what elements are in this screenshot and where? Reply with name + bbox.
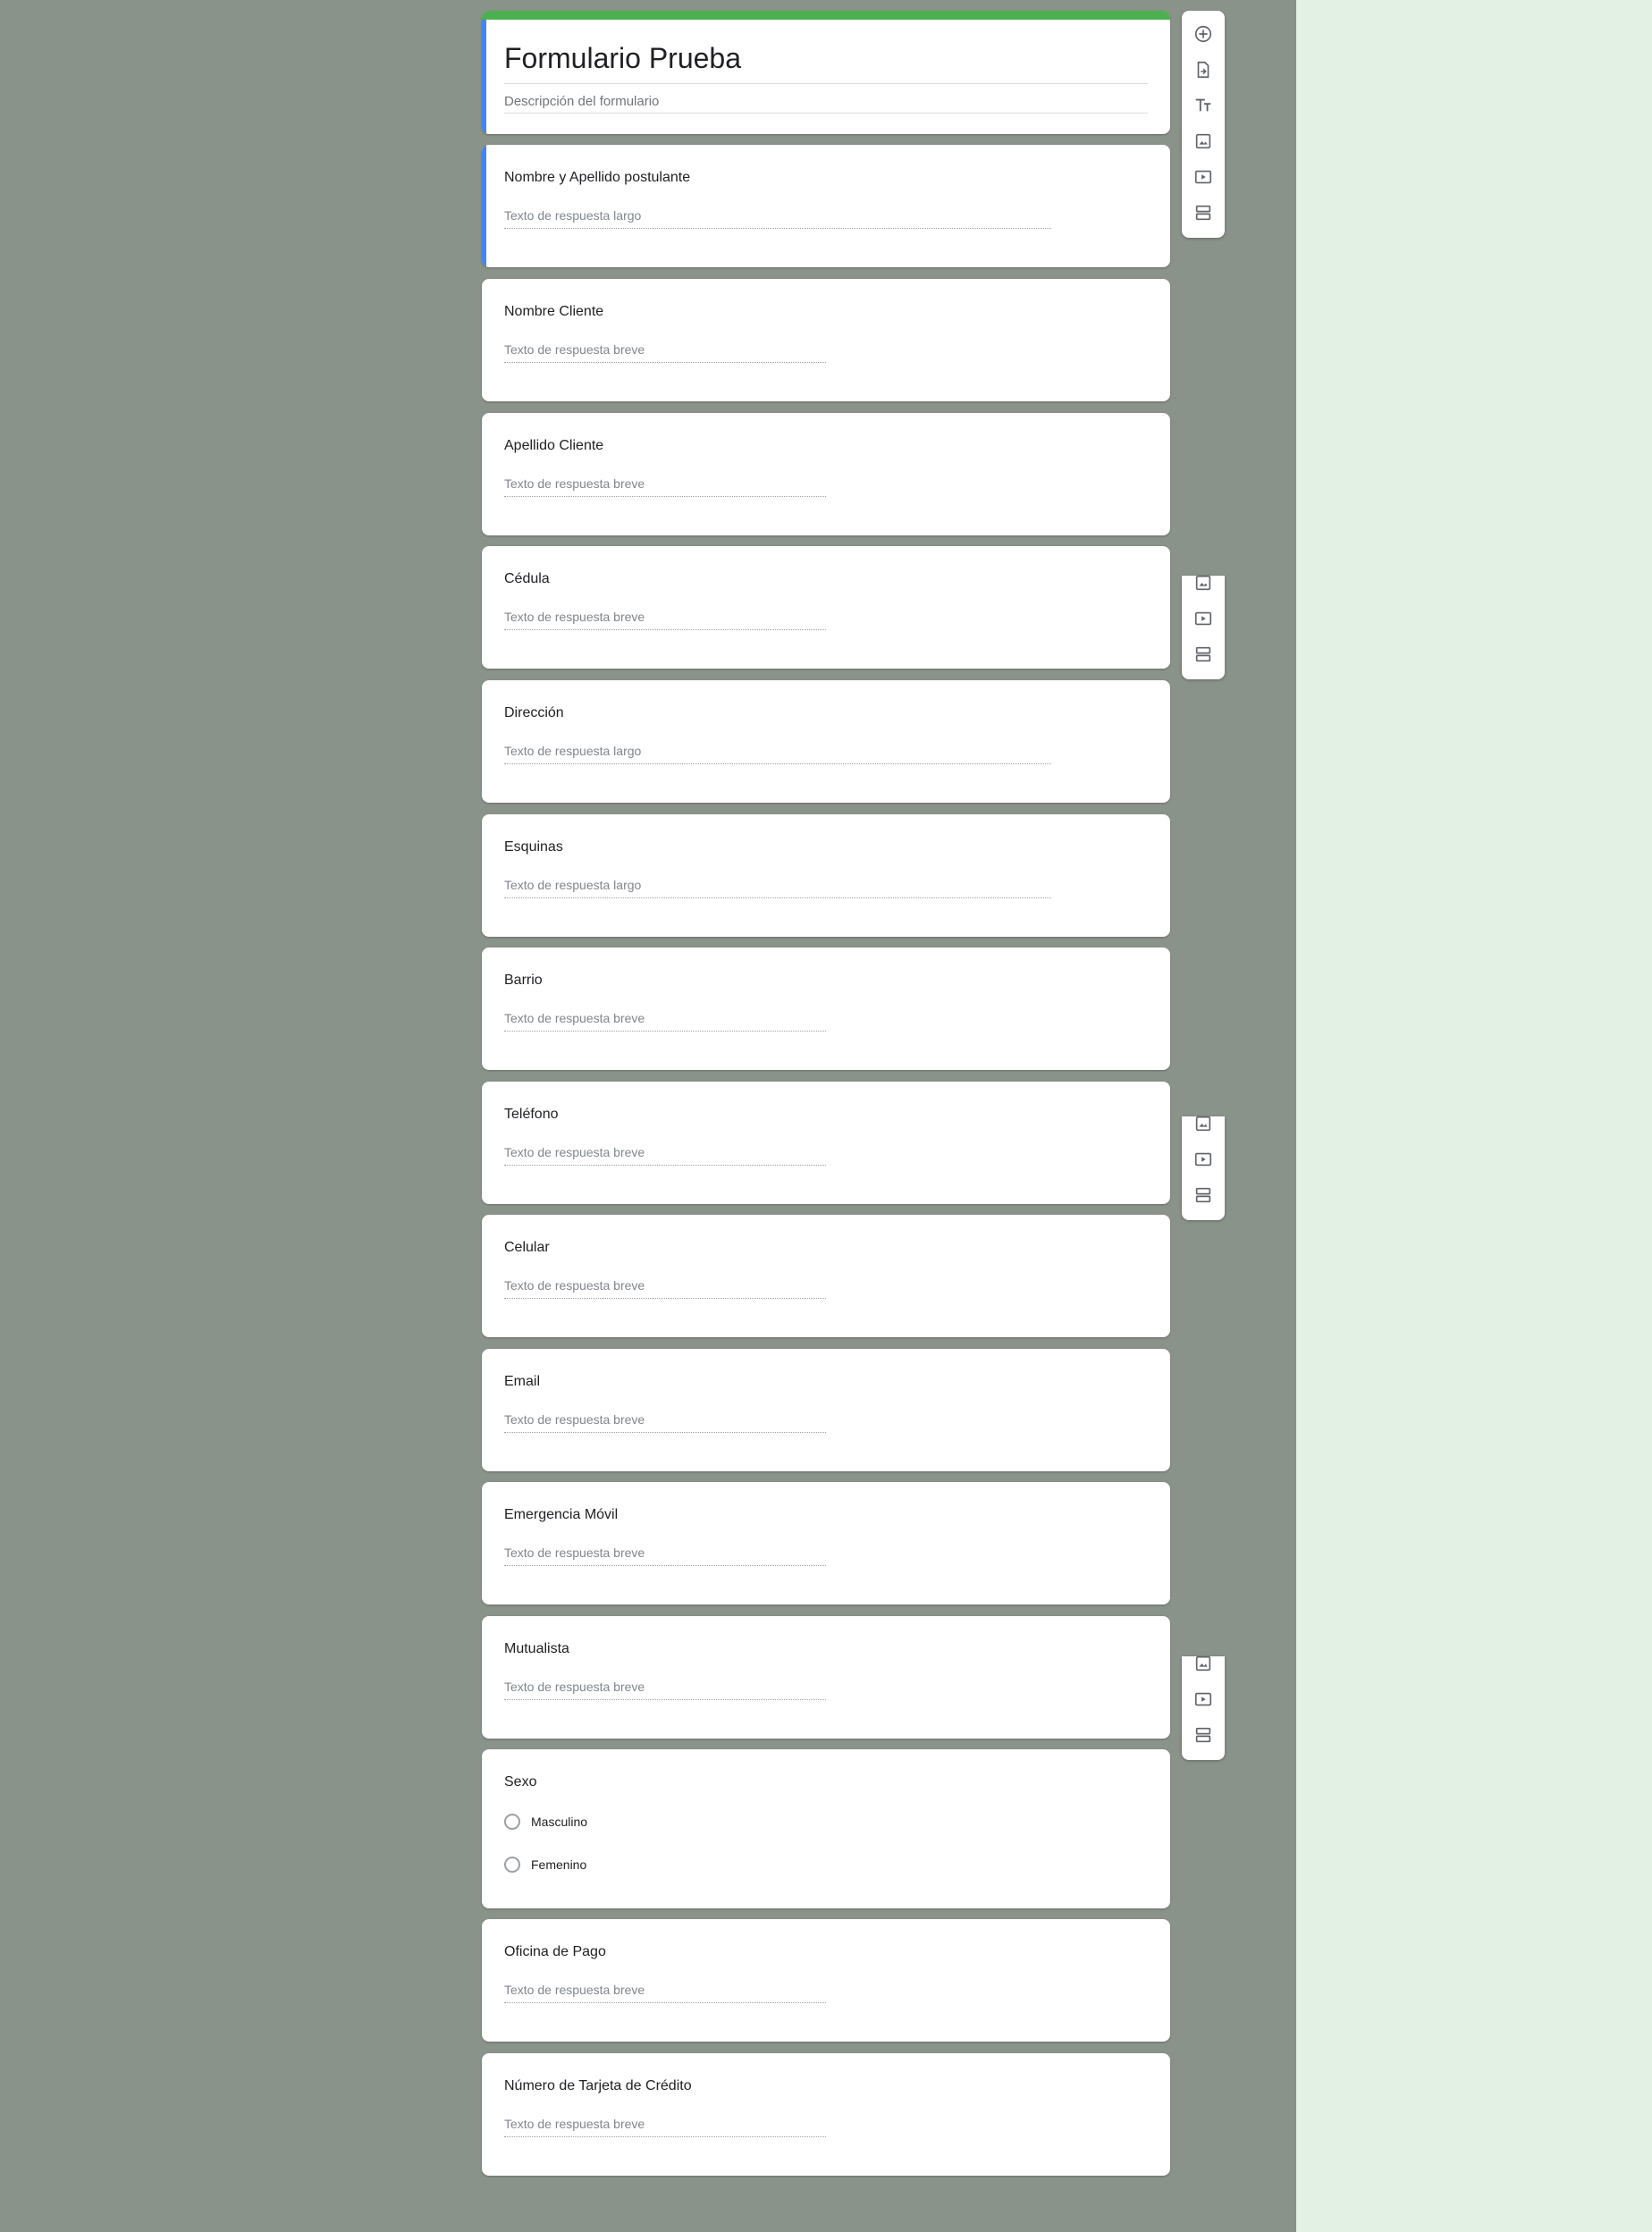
question-card[interactable]: Número de Tarjeta de Crédito Texto de re… [482, 2053, 1170, 2176]
question-title: Cédula [504, 571, 550, 586]
question-card[interactable]: Barrio Texto de respuesta breve [482, 948, 1170, 1070]
add-image-icon[interactable] [1189, 127, 1218, 156]
add-section-icon[interactable] [1189, 1721, 1218, 1749]
long-answer-field: Texto de respuesta largo [504, 878, 1051, 898]
question-title: Teléfono [504, 1107, 559, 1122]
floating-toolbar [1182, 11, 1225, 238]
question-title: Sexo [504, 1774, 537, 1790]
radio-option[interactable]: Masculino [504, 1812, 587, 1832]
question-card[interactable]: Teléfono Texto de respuesta breve [482, 1082, 1170, 1204]
question-card[interactable]: Email Texto de respuesta breve [482, 1349, 1170, 1471]
form-title-input[interactable]: Formulario Prueba [504, 40, 1148, 84]
question-title: Dirección [504, 705, 564, 720]
radio-button[interactable] [504, 1814, 520, 1830]
short-answer-field: Texto de respuesta breve [504, 1680, 826, 1700]
add-section-icon[interactable] [1189, 198, 1218, 227]
short-answer-field: Texto de respuesta breve [504, 2117, 826, 2137]
side-panel [1296, 0, 1652, 2232]
radio-button[interactable] [504, 1857, 520, 1873]
short-answer-field: Texto de respuesta breve [504, 1145, 826, 1166]
short-answer-field: Texto de respuesta breve [504, 610, 826, 630]
question-title: Email [504, 1374, 541, 1389]
add-image-icon[interactable] [1189, 569, 1218, 597]
radio-option-label: Femenino [531, 1857, 587, 1872]
question-card[interactable]: Celular Texto de respuesta breve [482, 1215, 1170, 1337]
question-title: Nombre y Apellido postulante [504, 170, 691, 185]
theme-color-strip [482, 11, 1170, 20]
add-video-icon[interactable] [1189, 604, 1218, 633]
short-answer-field: Texto de respuesta breve [504, 476, 826, 497]
add-question-icon[interactable] [1189, 20, 1218, 48]
radio-option-label: Masculino [531, 1815, 588, 1829]
radio-option[interactable]: Femenino [504, 1855, 586, 1874]
active-card-indicator [482, 145, 486, 267]
short-answer-field: Texto de respuesta breve [504, 342, 826, 363]
short-answer-field: Texto de respuesta breve [504, 1983, 826, 2003]
add-title-icon[interactable] [1189, 91, 1218, 120]
question-title: Barrio [504, 973, 543, 988]
short-answer-field: Texto de respuesta breve [504, 1546, 826, 1566]
question-card[interactable]: Nombre y Apellido postulante Texto de re… [482, 145, 1170, 267]
active-card-indicator [482, 20, 486, 134]
question-card[interactable]: Esquinas Texto de respuesta largo [482, 814, 1170, 937]
question-title: Nombre Cliente [504, 304, 604, 319]
short-answer-field: Texto de respuesta breve [504, 1011, 826, 1032]
add-video-icon[interactable] [1189, 1685, 1218, 1714]
question-card[interactable]: Mutualista Texto de respuesta breve [482, 1616, 1170, 1739]
question-title: Número de Tarjeta de Crédito [504, 2078, 692, 2093]
form-editor-canvas: Formulario Prueba Descripción del formul… [0, 0, 1296, 2232]
question-title: Apellido Cliente [504, 438, 604, 453]
question-title: Emergencia Móvil [504, 1507, 619, 1522]
long-answer-field: Texto de respuesta largo [504, 744, 1051, 764]
long-answer-field: Texto de respuesta largo [504, 208, 1051, 229]
floating-toolbar-partial [1182, 1116, 1225, 1220]
import-questions-icon[interactable] [1189, 55, 1218, 84]
question-title: Oficina de Pago [504, 1944, 606, 1959]
short-answer-field: Texto de respuesta breve [504, 1412, 826, 1433]
add-section-icon[interactable] [1189, 640, 1218, 669]
short-answer-field: Texto de respuesta breve [504, 1278, 826, 1299]
question-card[interactable]: Emergencia Móvil Texto de respuesta brev… [482, 1482, 1170, 1605]
floating-toolbar-partial [1182, 575, 1225, 679]
add-image-icon[interactable] [1189, 1649, 1218, 1678]
question-title: Celular [504, 1240, 550, 1255]
question-title: Mutualista [504, 1641, 569, 1656]
question-title: Esquinas [504, 839, 563, 855]
question-card[interactable]: Nombre Cliente Texto de respuesta breve [482, 279, 1170, 401]
question-card[interactable]: Dirección Texto de respuesta largo [482, 680, 1170, 803]
question-card[interactable]: Oficina de Pago Texto de respuesta breve [482, 1919, 1170, 2042]
add-video-icon[interactable] [1189, 163, 1218, 191]
question-card[interactable]: Cédula Texto de respuesta breve [482, 546, 1170, 669]
add-video-icon[interactable] [1189, 1145, 1218, 1174]
question-card[interactable]: Sexo Masculino Femenino [482, 1749, 1170, 1908]
add-section-icon[interactable] [1189, 1181, 1218, 1209]
question-card[interactable]: Apellido Cliente Texto de respuesta brev… [482, 413, 1170, 535]
form-description-input[interactable]: Descripción del formulario [504, 94, 1148, 114]
floating-toolbar-partial [1182, 1655, 1225, 1760]
form-header-card[interactable]: Formulario Prueba Descripción del formul… [482, 11, 1170, 134]
add-image-icon[interactable] [1189, 1109, 1218, 1138]
